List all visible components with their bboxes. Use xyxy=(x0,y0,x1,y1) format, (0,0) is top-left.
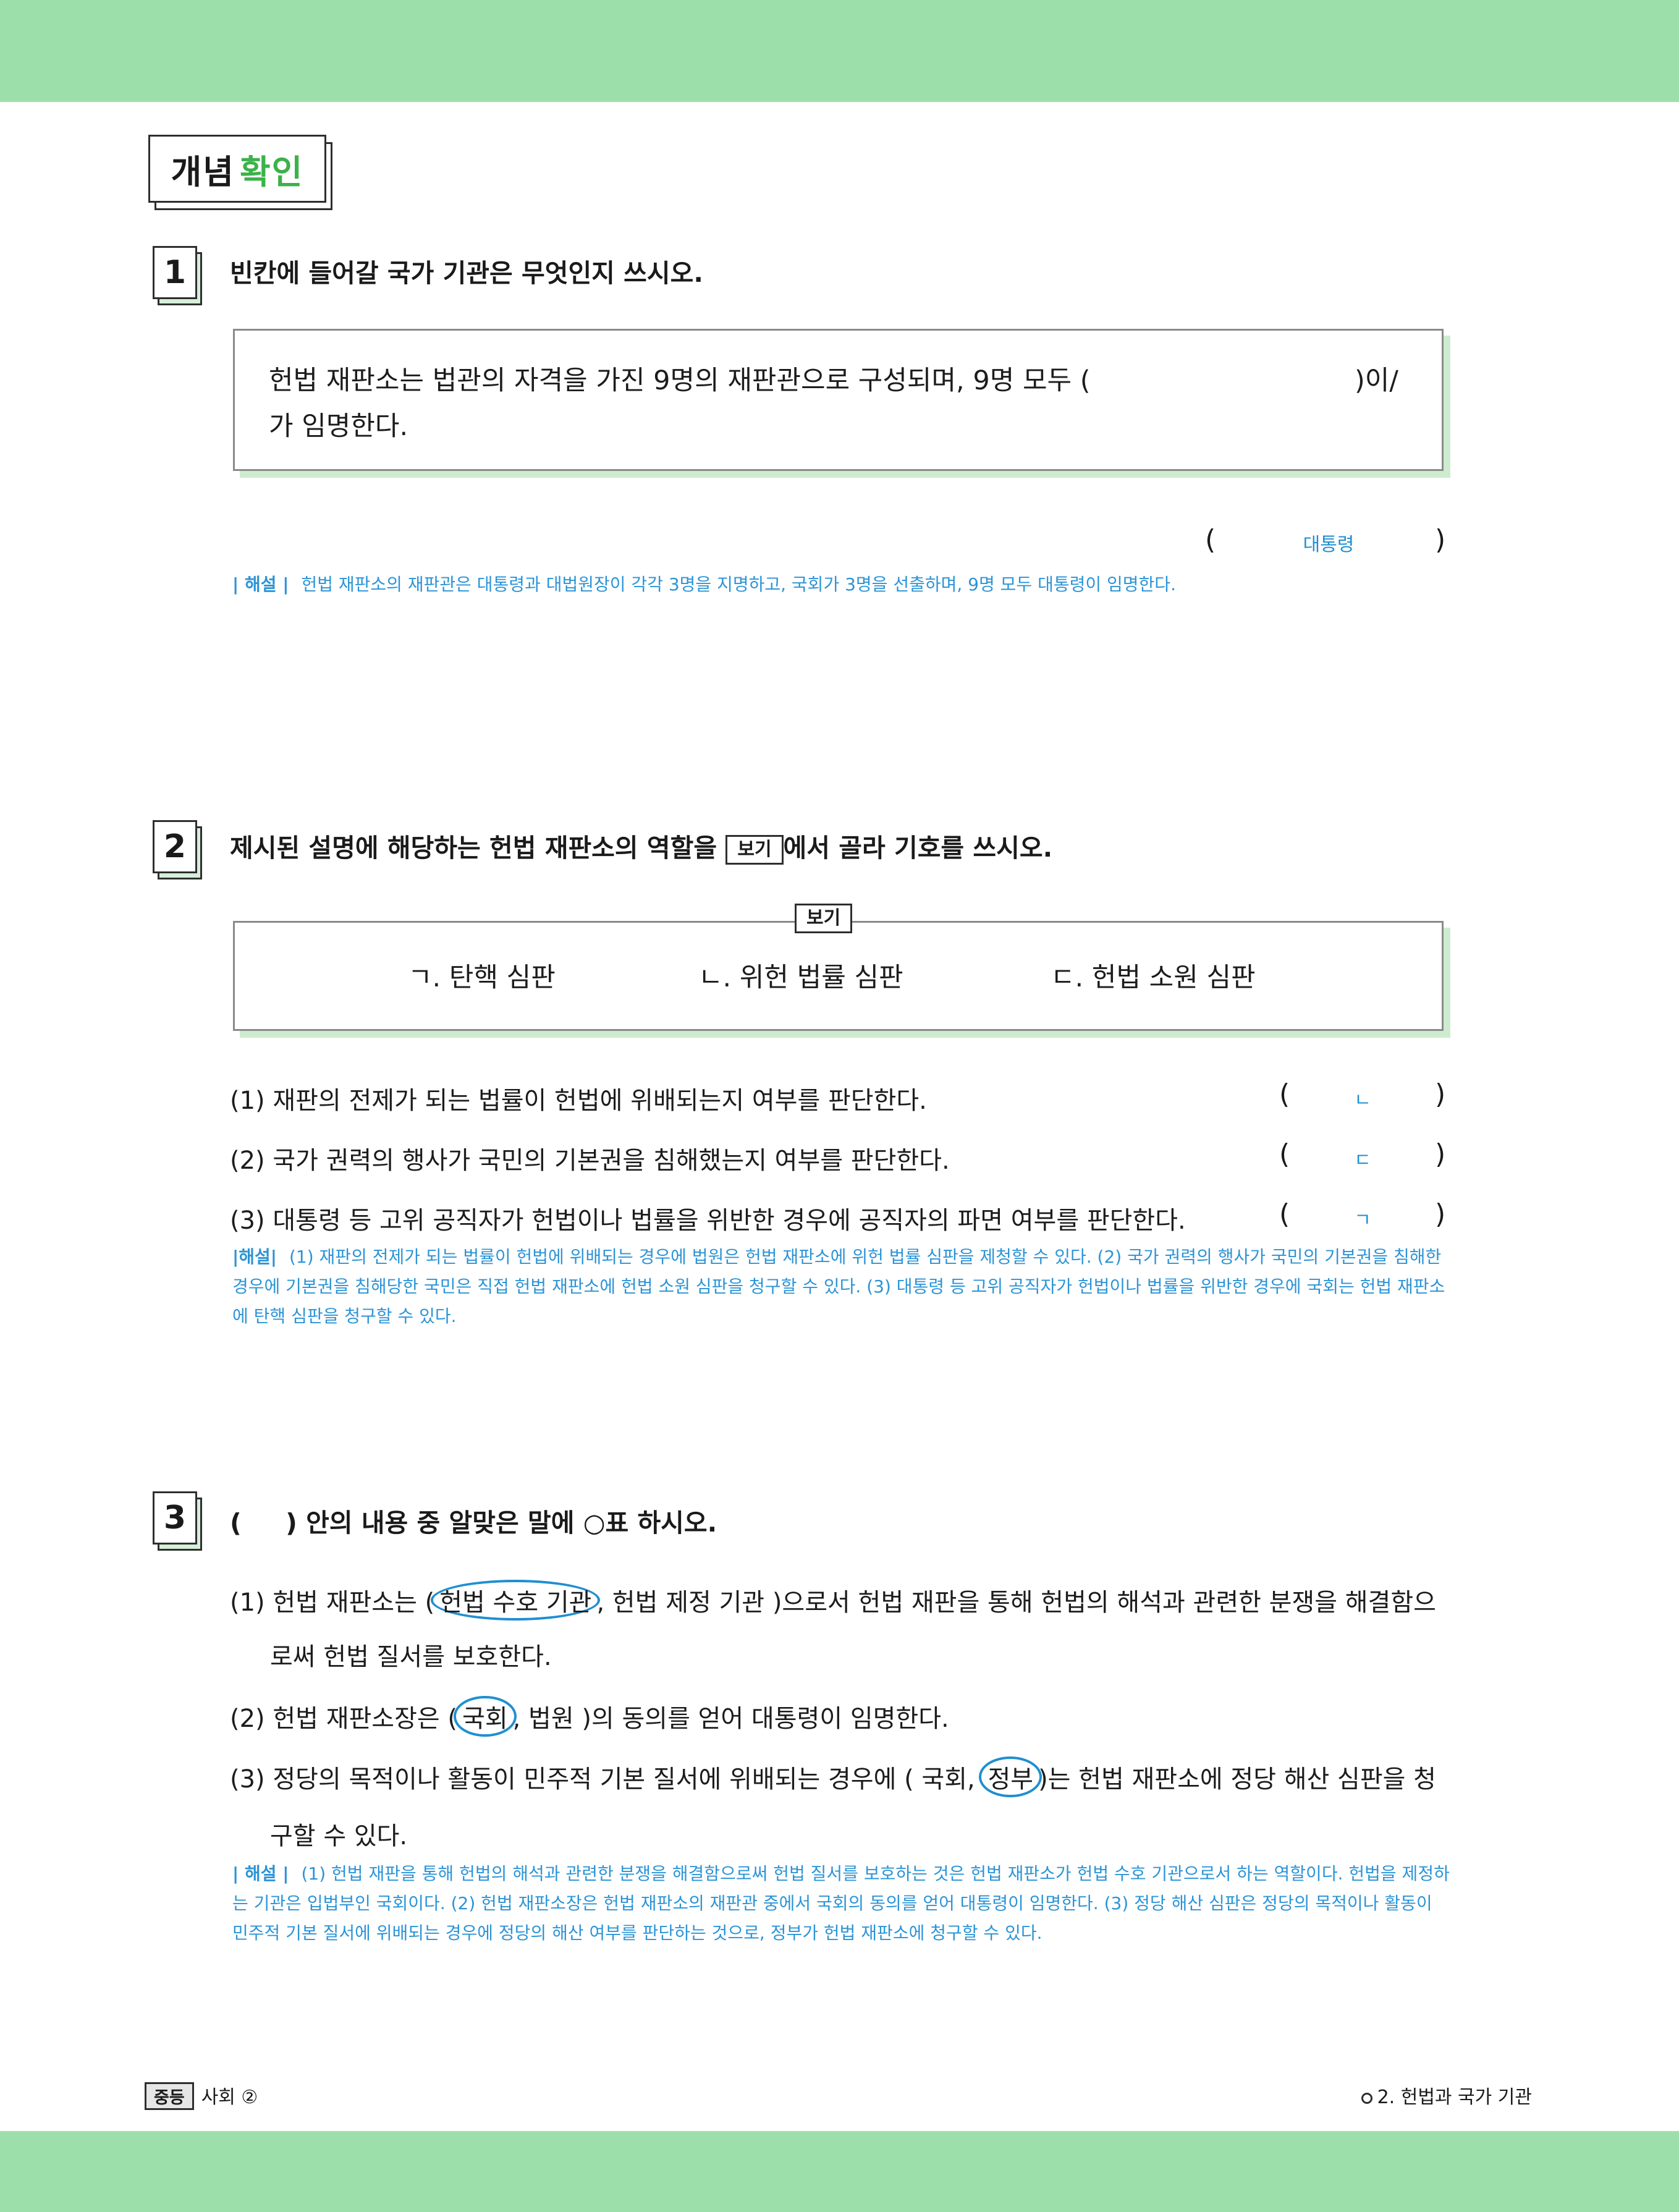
item-text: )는 헌법 재판소에 정당 해산 심판을 청 xyxy=(1038,1765,1436,1794)
bogi-box: ㄱ. 탄핵 심판 ㄴ. 위헌 법률 심판 ㄷ. 헌법 소원 심판 xyxy=(233,921,1444,1031)
title-accent: 확인 xyxy=(240,152,304,192)
answer-paren-open: ( xyxy=(1279,1078,1290,1110)
question-1-prompt: 빈칸에 들어갈 국가 기관은 무엇인지 쓰시오. xyxy=(230,258,703,288)
footer-right: 2. 헌법과 국가 기관 xyxy=(1361,2082,1532,2109)
question-2-prompt: 제시된 설명에 해당하는 헌법 재판소의 역할을 보기 에서 골라 기호를 쓰시오… xyxy=(230,827,1052,865)
q3-item-3: (3) 정당의 목적이나 활동이 민주적 기본 질서에 위배되는 경우에 ( 국… xyxy=(230,1756,1436,1797)
box-line-1: 헌법 재판소는 법관의 자격을 가진 9명의 재판관으로 구성되며, 9명 모두… xyxy=(269,365,1091,396)
item-text: (3) 정당의 목적이나 활동이 민주적 기본 질서에 위배되는 경우에 ( 국… xyxy=(230,1765,975,1794)
section-title: 개념 확인 xyxy=(148,135,335,210)
box-line-1-end: )이/ xyxy=(1355,365,1398,396)
q3-item-2: (2) 헌법 재판소장은 (국회, 법원 )의 동의를 얻어 대통령이 임명한다… xyxy=(230,1696,949,1737)
explain-label: | 해설 | xyxy=(232,1863,289,1884)
circled-answer: 국회 xyxy=(454,1696,517,1737)
prompt-after: 에서 골라 기호를 쓰시오. xyxy=(783,833,1053,863)
answer-paren-close: ) xyxy=(1435,1078,1446,1110)
option-2: ㄴ. 위헌 법률 심판 xyxy=(698,962,903,993)
answer-1: 대통령 xyxy=(1303,534,1355,556)
q2-item-1: (1) 재판의 전제가 되는 법률이 헌법에 위배되는지 여부를 판단한다. xyxy=(230,1087,927,1115)
footer-chapter: 2. 헌법과 국가 기관 xyxy=(1377,2087,1532,2108)
bullet-icon xyxy=(1361,2092,1372,2104)
q3-item-3-line2: 구할 수 있다. xyxy=(270,1822,408,1850)
box-line-2: 가 임명한다. xyxy=(269,411,408,442)
item-text: , 헌법 제정 기관 )으로서 헌법 재판을 통해 헌법의 해석과 관련한 분쟁… xyxy=(596,1588,1436,1617)
answer-paren-open: ( xyxy=(1279,1198,1290,1230)
question-3-prompt: ( ) 안의 내용 중 알맞은 말에 ○표 하시오. xyxy=(230,1508,717,1538)
top-band xyxy=(0,0,1679,102)
answer-paren-close: ) xyxy=(1435,1138,1446,1170)
question-1-number: 1 xyxy=(153,246,205,305)
answer-2-2: ㄷ xyxy=(1354,1150,1371,1171)
circled-answer: 헌법 수호 기관 xyxy=(431,1580,601,1621)
bogi-label: 보기 xyxy=(795,904,853,933)
option-3: ㄷ. 헌법 소원 심판 xyxy=(1051,962,1256,993)
footer-left: 중등 사회 ② xyxy=(145,2082,258,2110)
prompt-before: 제시된 설명에 해당하는 헌법 재판소의 역할을 xyxy=(230,833,717,863)
answer-paren-open: ( xyxy=(1279,1138,1290,1170)
question-3-number: 3 xyxy=(153,1491,205,1551)
item-text: (2) 헌법 재판소장은 ( xyxy=(230,1705,458,1733)
answer-paren-close: ) xyxy=(1435,1198,1446,1230)
question-2-number: 2 xyxy=(153,820,205,879)
answer-2-1: ㄴ xyxy=(1354,1090,1371,1111)
item-text: , 법원 )의 동의를 얻어 대통령이 임명한다. xyxy=(512,1705,949,1733)
q3-item-1: (1) 헌법 재판소는 (헌법 수호 기관, 헌법 제정 기관 )으로서 헌법 … xyxy=(230,1580,1436,1621)
q3-item-1-line2: 로써 헌법 질서를 보호한다. xyxy=(270,1643,552,1671)
title-main: 개념 xyxy=(171,152,235,192)
footer-tag: 중등 xyxy=(145,2082,194,2110)
question-1-box: 헌법 재판소는 법관의 자격을 가진 9명의 재판관으로 구성되며, 9명 모두… xyxy=(233,329,1444,471)
q2-item-2: (2) 국가 권력의 행사가 국민의 기본권을 침해했는지 여부를 판단한다. xyxy=(230,1146,950,1175)
answer-paren-close: ) xyxy=(1435,524,1446,556)
explanation-3: | 해설 | (1) 헌법 재판을 통해 헌법의 해석과 관련한 분쟁을 해결함으… xyxy=(232,1859,1450,1948)
explain-text: (1) 재판의 전제가 되는 법률이 헌법에 위배되는 경우에 법원은 헌법 재… xyxy=(232,1247,1445,1326)
explanation-2: |해설| (1) 재판의 전제가 되는 법률이 헌법에 위배되는 경우에 법원은 … xyxy=(232,1242,1450,1331)
bottom-band xyxy=(0,2131,1679,2212)
footer-subject: 사회 ② xyxy=(201,2087,258,2108)
option-1: ㄱ. 탄핵 심판 xyxy=(408,962,556,993)
answer-paren-open: ( xyxy=(1205,524,1216,556)
explanation-1: | 해설 | 헌법 재판소의 재판관은 대통령과 대법원장이 각각 3명을 지명하… xyxy=(232,570,1450,600)
explain-text: 헌법 재판소의 재판관은 대통령과 대법원장이 각각 3명을 지명하고, 국회가… xyxy=(301,574,1176,595)
answer-2-3: ㄱ xyxy=(1354,1210,1371,1231)
explain-label: |해설| xyxy=(232,1247,277,1267)
explain-text: (1) 헌법 재판을 통해 헌법의 해석과 관련한 분쟁을 해결함으로써 헌법 … xyxy=(232,1863,1450,1943)
q2-item-3: (3) 대통령 등 고위 공직자가 헌법이나 법률을 위반한 경우에 공직자의 … xyxy=(230,1206,1186,1235)
item-text: (1) 헌법 재판소는 ( xyxy=(230,1588,435,1617)
explain-label: | 해설 | xyxy=(232,574,289,595)
bogi-tag-inline: 보기 xyxy=(725,835,784,865)
circled-answer: 정부 xyxy=(979,1756,1043,1797)
